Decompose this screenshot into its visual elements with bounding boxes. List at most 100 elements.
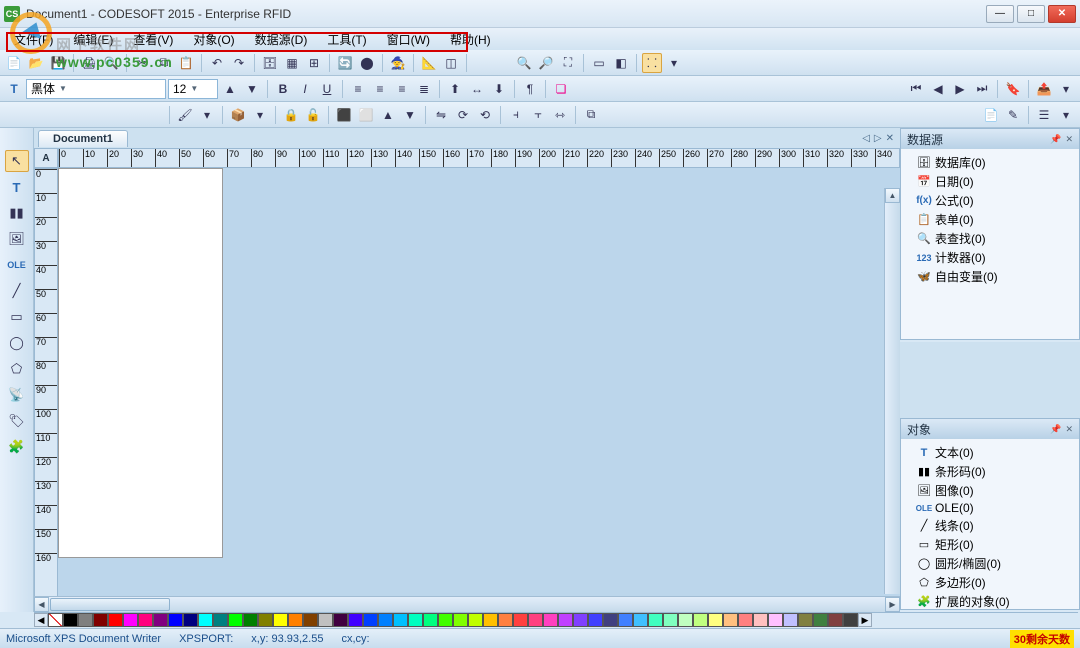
tool-stamp-icon[interactable]: 🏷 <box>5 410 29 432</box>
rot2-icon[interactable]: ⟲ <box>475 105 495 125</box>
scroll-thumb[interactable] <box>50 598 170 611</box>
tab-document1[interactable]: Document1 <box>38 130 128 147</box>
objects-item[interactable]: OLEOLE(0) <box>903 500 1077 516</box>
wizard-icon[interactable]: 🧙 <box>388 53 408 73</box>
refresh-icon[interactable]: 🔄 <box>335 53 355 73</box>
size-up-icon[interactable]: ▲ <box>220 79 240 99</box>
tab-prev-icon[interactable]: ◁ <box>862 133 870 144</box>
hflip-icon[interactable]: ⇋ <box>431 105 451 125</box>
snap-drop-icon[interactable]: ▾ <box>664 53 684 73</box>
minimize-button[interactable]: — <box>986 5 1014 23</box>
valign-bot-icon[interactable]: ⬇ <box>489 79 509 99</box>
tool-plugin-icon[interactable]: 🧩 <box>5 436 29 458</box>
list-icon[interactable]: ☰ <box>1034 105 1054 125</box>
menu-help[interactable]: 帮助(H) <box>442 29 499 50</box>
new-icon[interactable]: 📄 <box>4 53 24 73</box>
print-preview-icon[interactable]: 🔍 <box>101 53 121 73</box>
datasource-item[interactable]: 📋表单(0) <box>903 210 1077 229</box>
align-right-icon[interactable]: ≡ <box>392 79 412 99</box>
scroll-right-icon[interactable]: ▶ <box>885 597 900 612</box>
objects-item[interactable]: ◯圆形/椭圆(0) <box>903 554 1077 573</box>
color-icon[interactable]: ❏ <box>551 79 571 99</box>
tab-next-icon[interactable]: ▷ <box>874 133 882 144</box>
view2-icon[interactable]: ◧ <box>611 53 631 73</box>
datasource-item[interactable]: f(x)公式(0) <box>903 191 1077 210</box>
panel-close-icon[interactable]: ✕ <box>1065 134 1073 145</box>
snap-icon[interactable]: ⸬ <box>642 53 662 73</box>
zoom-fit-icon[interactable]: ⛶ <box>558 53 578 73</box>
tool-polygon-icon[interactable]: ⬠ <box>5 358 29 380</box>
objects-item[interactable]: T文本(0) <box>903 443 1077 462</box>
italic-icon[interactable]: I <box>295 79 315 99</box>
canvas[interactable] <box>58 168 900 612</box>
grid-icon[interactable]: ⊞ <box>304 53 324 73</box>
open-icon[interactable]: 📂 <box>26 53 46 73</box>
redo-icon[interactable]: ↷ <box>229 53 249 73</box>
objects-item[interactable]: ⬠多边形(0) <box>903 573 1077 592</box>
valign-top-icon[interactable]: ⬆ <box>445 79 465 99</box>
export-icon[interactable]: 📤 <box>1034 79 1054 99</box>
lock-icon[interactable]: 🔒 <box>281 105 301 125</box>
save-icon[interactable]: 💾 <box>48 53 68 73</box>
group-icon[interactable]: ⧉ <box>581 105 601 125</box>
menu-datasource[interactable]: 数据源(D) <box>247 29 316 50</box>
menu-tools[interactable]: 工具(T) <box>319 29 374 50</box>
menu-object[interactable]: 对象(O) <box>185 29 242 50</box>
tool-barcode-icon[interactable]: ▮▮ <box>5 202 29 224</box>
alignv-icon[interactable]: ⫟ <box>528 105 548 125</box>
undo-icon[interactable]: ↶ <box>207 53 227 73</box>
back-icon[interactable]: ⬜ <box>356 105 376 125</box>
fwd-icon[interactable]: ▲ <box>378 105 398 125</box>
front-icon[interactable]: ⬛ <box>334 105 354 125</box>
objects-item[interactable]: ▭矩形(0) <box>903 535 1077 554</box>
nav-prev-icon[interactable]: ◀ <box>928 79 948 99</box>
zoom-out-icon[interactable]: 🔎 <box>536 53 556 73</box>
alignh-icon[interactable]: ⫞ <box>506 105 526 125</box>
tool-ole-icon[interactable]: OLE <box>5 254 29 276</box>
tool-ellipse-icon[interactable]: ◯ <box>5 332 29 354</box>
objects-item[interactable]: ╱线条(0) <box>903 516 1077 535</box>
panel-datasource-header[interactable]: 数据源 📌✕ <box>901 129 1079 149</box>
ruler-unit[interactable]: A <box>34 148 58 168</box>
rot-icon[interactable]: ⟳ <box>453 105 473 125</box>
datasource-item[interactable]: 📅日期(0) <box>903 172 1077 191</box>
valign-mid-icon[interactable]: ↔ <box>467 79 487 99</box>
cut-icon[interactable]: ✂ <box>132 53 152 73</box>
unlock-icon[interactable]: 🔓 <box>303 105 323 125</box>
align-center-icon[interactable]: ≡ <box>370 79 390 99</box>
doc-edit-icon[interactable]: ✎ <box>1003 105 1023 125</box>
brush-icon[interactable]: 🖌 <box>175 105 195 125</box>
objects-item[interactable]: 🖼图像(0) <box>903 481 1077 500</box>
scrollbar-vertical[interactable]: ▲ <box>884 188 900 594</box>
tool-text-icon[interactable]: T <box>5 176 29 198</box>
tool-image-icon[interactable]: 🖼 <box>5 228 29 250</box>
panel-objects-header[interactable]: 对象 📌✕ <box>901 419 1079 439</box>
db-icon[interactable]: 🗄 <box>260 53 280 73</box>
pkg-icon[interactable]: 📦 <box>228 105 248 125</box>
font-size-select[interactable]: 12▼ <box>168 79 218 99</box>
tab-close-icon[interactable]: ✕ <box>886 133 894 144</box>
tool-rfid-icon[interactable]: 📡 <box>5 384 29 406</box>
doc-new-icon[interactable]: 📄 <box>981 105 1001 125</box>
size-down-icon[interactable]: ▼ <box>242 79 262 99</box>
print-icon[interactable]: 🖨 <box>79 53 99 73</box>
brush-drop-icon[interactable]: ▾ <box>197 105 217 125</box>
menu-edit[interactable]: 编辑(E) <box>65 29 121 50</box>
panel-pin-icon[interactable]: 📌 <box>1050 424 1061 435</box>
label-page[interactable] <box>58 168 223 558</box>
datasource-item[interactable]: 🔍表查找(0) <box>903 229 1077 248</box>
menu-file[interactable]: 文件(F) <box>6 29 61 50</box>
rtl-icon[interactable]: ¶ <box>520 79 540 99</box>
font-family-select[interactable]: 黑体▼ <box>26 79 166 99</box>
objects-item[interactable]: ▮▮条形码(0) <box>903 462 1077 481</box>
tool-select-icon[interactable]: ↖ <box>5 150 29 172</box>
underline-icon[interactable]: U <box>317 79 337 99</box>
tool-line-icon[interactable]: ╱ <box>5 280 29 302</box>
datasource-item[interactable]: 123计数器(0) <box>903 248 1077 267</box>
menu-view[interactable]: 查看(V) <box>125 29 181 50</box>
close-button[interactable]: ✕ <box>1048 5 1076 23</box>
panel-close-icon[interactable]: ✕ <box>1065 424 1073 435</box>
stop-icon[interactable]: ⬤ <box>357 53 377 73</box>
paste-icon[interactable]: 📋 <box>176 53 196 73</box>
scroll-up-icon[interactable]: ▲ <box>885 188 900 203</box>
